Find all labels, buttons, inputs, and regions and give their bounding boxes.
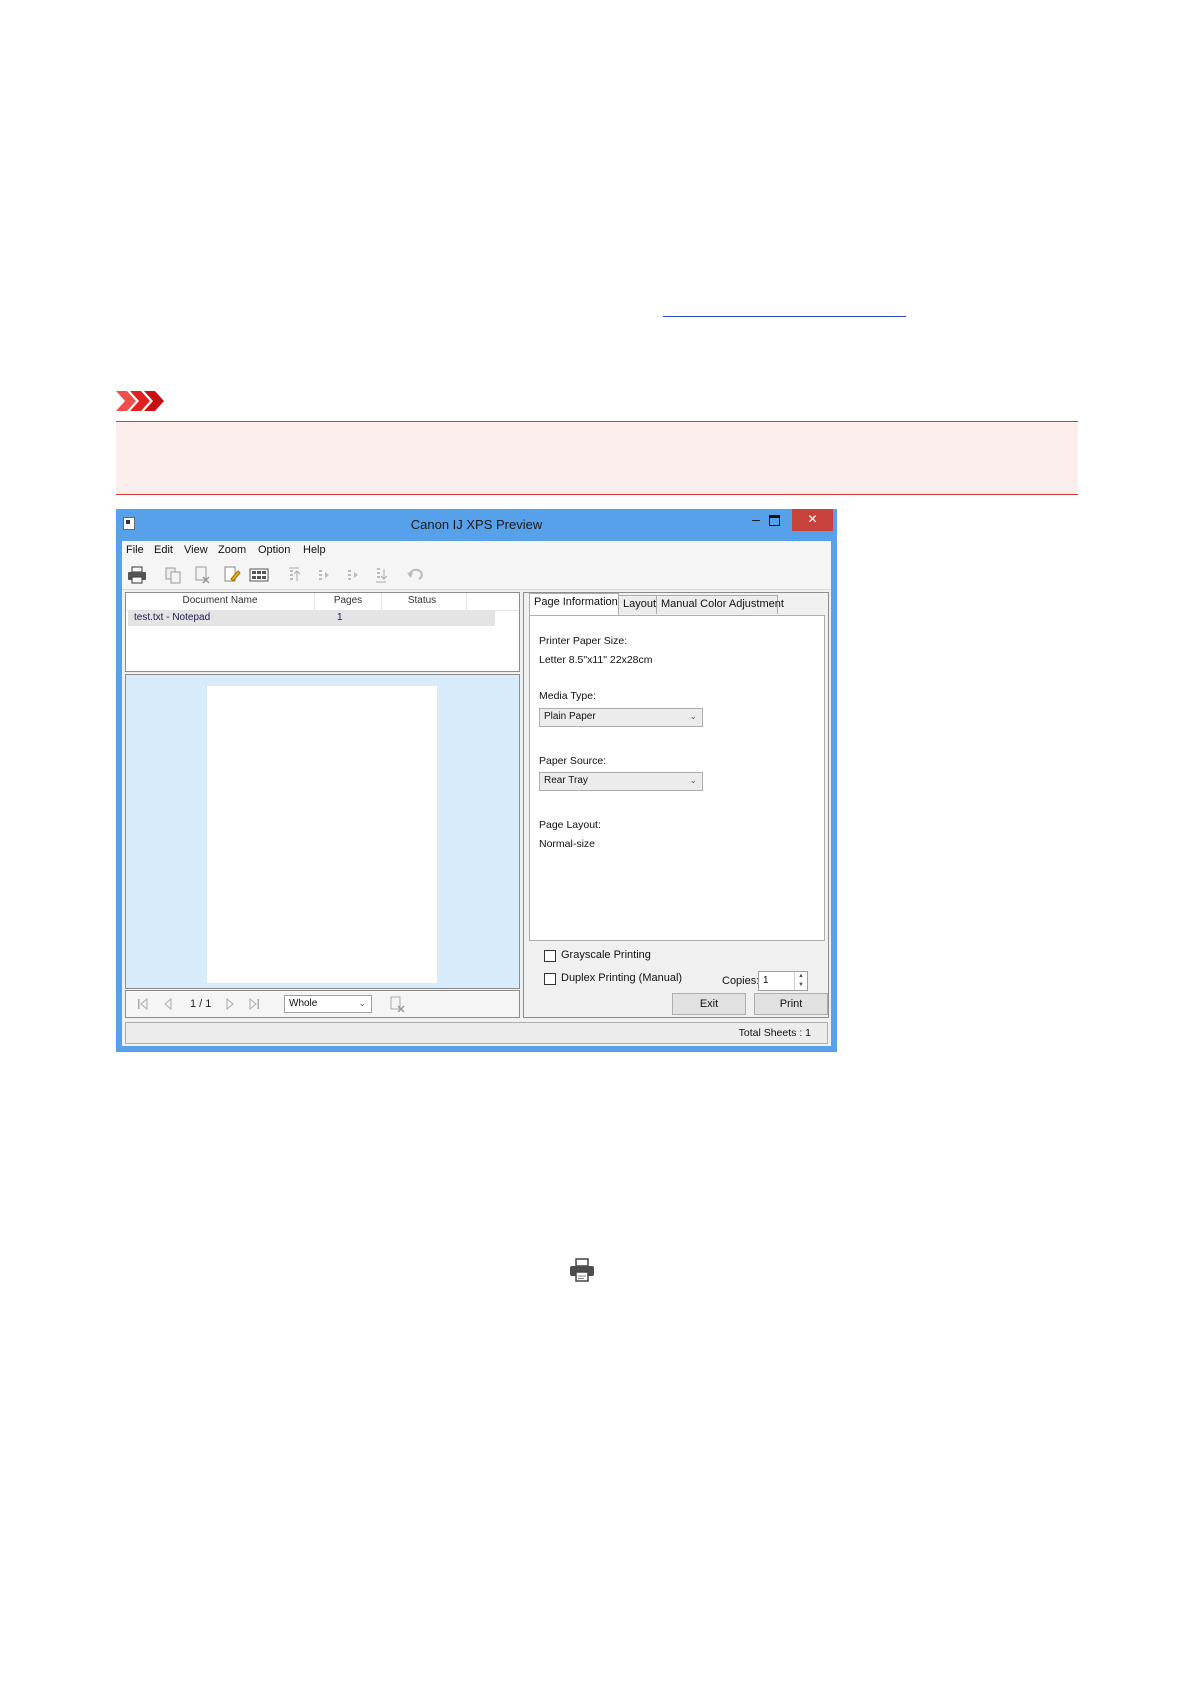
move-to-bottom-icon[interactable] xyxy=(370,565,392,585)
printer-paper-size-value: Letter 8.5"x11" 22x28cm xyxy=(539,654,653,666)
copies-value: 1 xyxy=(763,975,769,986)
menu-file[interactable]: File xyxy=(126,544,144,556)
chevron-down-icon: ⌄ xyxy=(689,775,697,785)
column-pages[interactable]: Pages xyxy=(315,595,381,606)
title-bar[interactable]: Canon IJ XPS Preview – ✕ xyxy=(116,509,837,541)
copies-spin-buttons[interactable]: ▲ ▼ xyxy=(794,972,807,990)
pages-cell: 1 xyxy=(337,612,343,623)
settings-panel: Page Information Layout Manual Color Adj… xyxy=(523,592,829,1018)
spin-down-icon[interactable]: ▼ xyxy=(795,981,807,990)
delete-page-icon[interactable] xyxy=(389,996,405,1012)
first-page-icon[interactable] xyxy=(137,998,149,1010)
undo-icon[interactable] xyxy=(404,565,426,585)
print-button[interactable]: Print xyxy=(754,993,828,1015)
checkbox-box[interactable] xyxy=(544,950,556,962)
next-page-icon[interactable] xyxy=(224,998,236,1010)
delete-document-icon[interactable] xyxy=(191,565,213,585)
document-list-header: Document Name Pages Status xyxy=(126,593,519,611)
xps-preview-window: Canon IJ XPS Preview – ✕ File Edit View … xyxy=(116,509,837,1052)
move-down-icon[interactable] xyxy=(341,565,363,585)
toolbar xyxy=(122,561,831,590)
important-note-box xyxy=(116,421,1078,495)
move-to-top-icon[interactable] xyxy=(283,565,305,585)
menu-edit[interactable]: Edit xyxy=(154,544,173,556)
last-page-icon[interactable] xyxy=(248,998,260,1010)
previous-page-icon[interactable] xyxy=(162,998,174,1010)
print-icon xyxy=(570,1258,594,1282)
close-button[interactable]: ✕ xyxy=(792,509,833,531)
table-row[interactable]: test.txt - Notepad 1 xyxy=(128,611,495,626)
copies-label: Copies: xyxy=(722,975,760,987)
chevron-down-icon: ⌄ xyxy=(689,711,697,721)
move-up-icon[interactable] xyxy=(312,565,334,585)
page-preview-area[interactable] xyxy=(125,674,520,989)
menu-bar: File Edit View Zoom Option Help xyxy=(122,541,831,561)
hyperlink-underline[interactable] xyxy=(663,316,906,317)
checkbox-box[interactable] xyxy=(544,973,556,985)
maximize-icon xyxy=(768,515,780,526)
media-type-select[interactable]: Plain Paper ⌄ xyxy=(539,708,703,727)
paper-source-label: Paper Source: xyxy=(539,755,607,767)
tab-manual-color-adjustment[interactable]: Manual Color Adjustment xyxy=(656,595,784,614)
menu-zoom[interactable]: Zoom xyxy=(218,544,246,556)
print-icon[interactable] xyxy=(126,565,148,585)
grayscale-printing-label: Grayscale Printing xyxy=(561,949,651,961)
exit-button[interactable]: Exit xyxy=(672,993,746,1015)
zoom-select-value: Whole xyxy=(289,998,318,1009)
tab-layout[interactable]: Layout xyxy=(618,595,657,614)
page-layout-label: Page Layout: xyxy=(539,819,601,831)
zoom-select[interactable]: Whole ⌄ xyxy=(284,995,372,1013)
column-status[interactable]: Status xyxy=(382,595,462,606)
page-information-panel: Printer Paper Size: Letter 8.5"x11" 22x2… xyxy=(529,615,825,941)
chevron-down-icon: ⌄ xyxy=(358,998,366,1008)
important-icon xyxy=(116,391,164,411)
duplex-printing-label: Duplex Printing (Manual) xyxy=(561,972,683,984)
spin-up-icon[interactable]: ▲ xyxy=(795,972,807,981)
media-type-label: Media Type: xyxy=(539,690,597,702)
column-document-name[interactable]: Document Name xyxy=(126,595,314,606)
document-list[interactable]: Document Name Pages Status test.txt - No… xyxy=(125,592,520,672)
status-bar: Total Sheets : 1 xyxy=(125,1022,828,1044)
combine-pages-icon[interactable] xyxy=(248,565,270,585)
preview-page xyxy=(207,686,437,983)
copies-spinner[interactable]: 1 ▲ ▼ xyxy=(758,971,808,991)
maximize-button[interactable] xyxy=(761,509,787,531)
document-name-cell: test.txt - Notepad xyxy=(134,612,211,623)
menu-view[interactable]: View xyxy=(184,544,208,556)
column-divider[interactable] xyxy=(466,593,467,610)
paper-source-select[interactable]: Rear Tray ⌄ xyxy=(539,772,703,791)
menu-help[interactable]: Help xyxy=(303,544,326,556)
tab-page-information[interactable]: Page Information xyxy=(529,593,619,615)
window-title: Canon IJ XPS Preview xyxy=(410,517,543,532)
page-navigation-bar: 1 / 1 Whole ⌄ xyxy=(125,990,520,1018)
printer-paper-size-label: Printer Paper Size: xyxy=(539,635,628,647)
window-client-area: File Edit View Zoom Option Help Document… xyxy=(122,541,831,1046)
copy-document-icon[interactable] xyxy=(162,565,184,585)
edit-document-icon[interactable] xyxy=(220,565,242,585)
menu-option[interactable]: Option xyxy=(258,544,290,556)
page-indicator: 1 / 1 xyxy=(190,998,212,1010)
paper-source-value: Rear Tray xyxy=(544,775,588,786)
media-type-value: Plain Paper xyxy=(544,711,596,722)
total-sheets-status: Total Sheets : 1 xyxy=(738,1027,811,1039)
page-layout-value: Normal-size xyxy=(539,838,596,850)
